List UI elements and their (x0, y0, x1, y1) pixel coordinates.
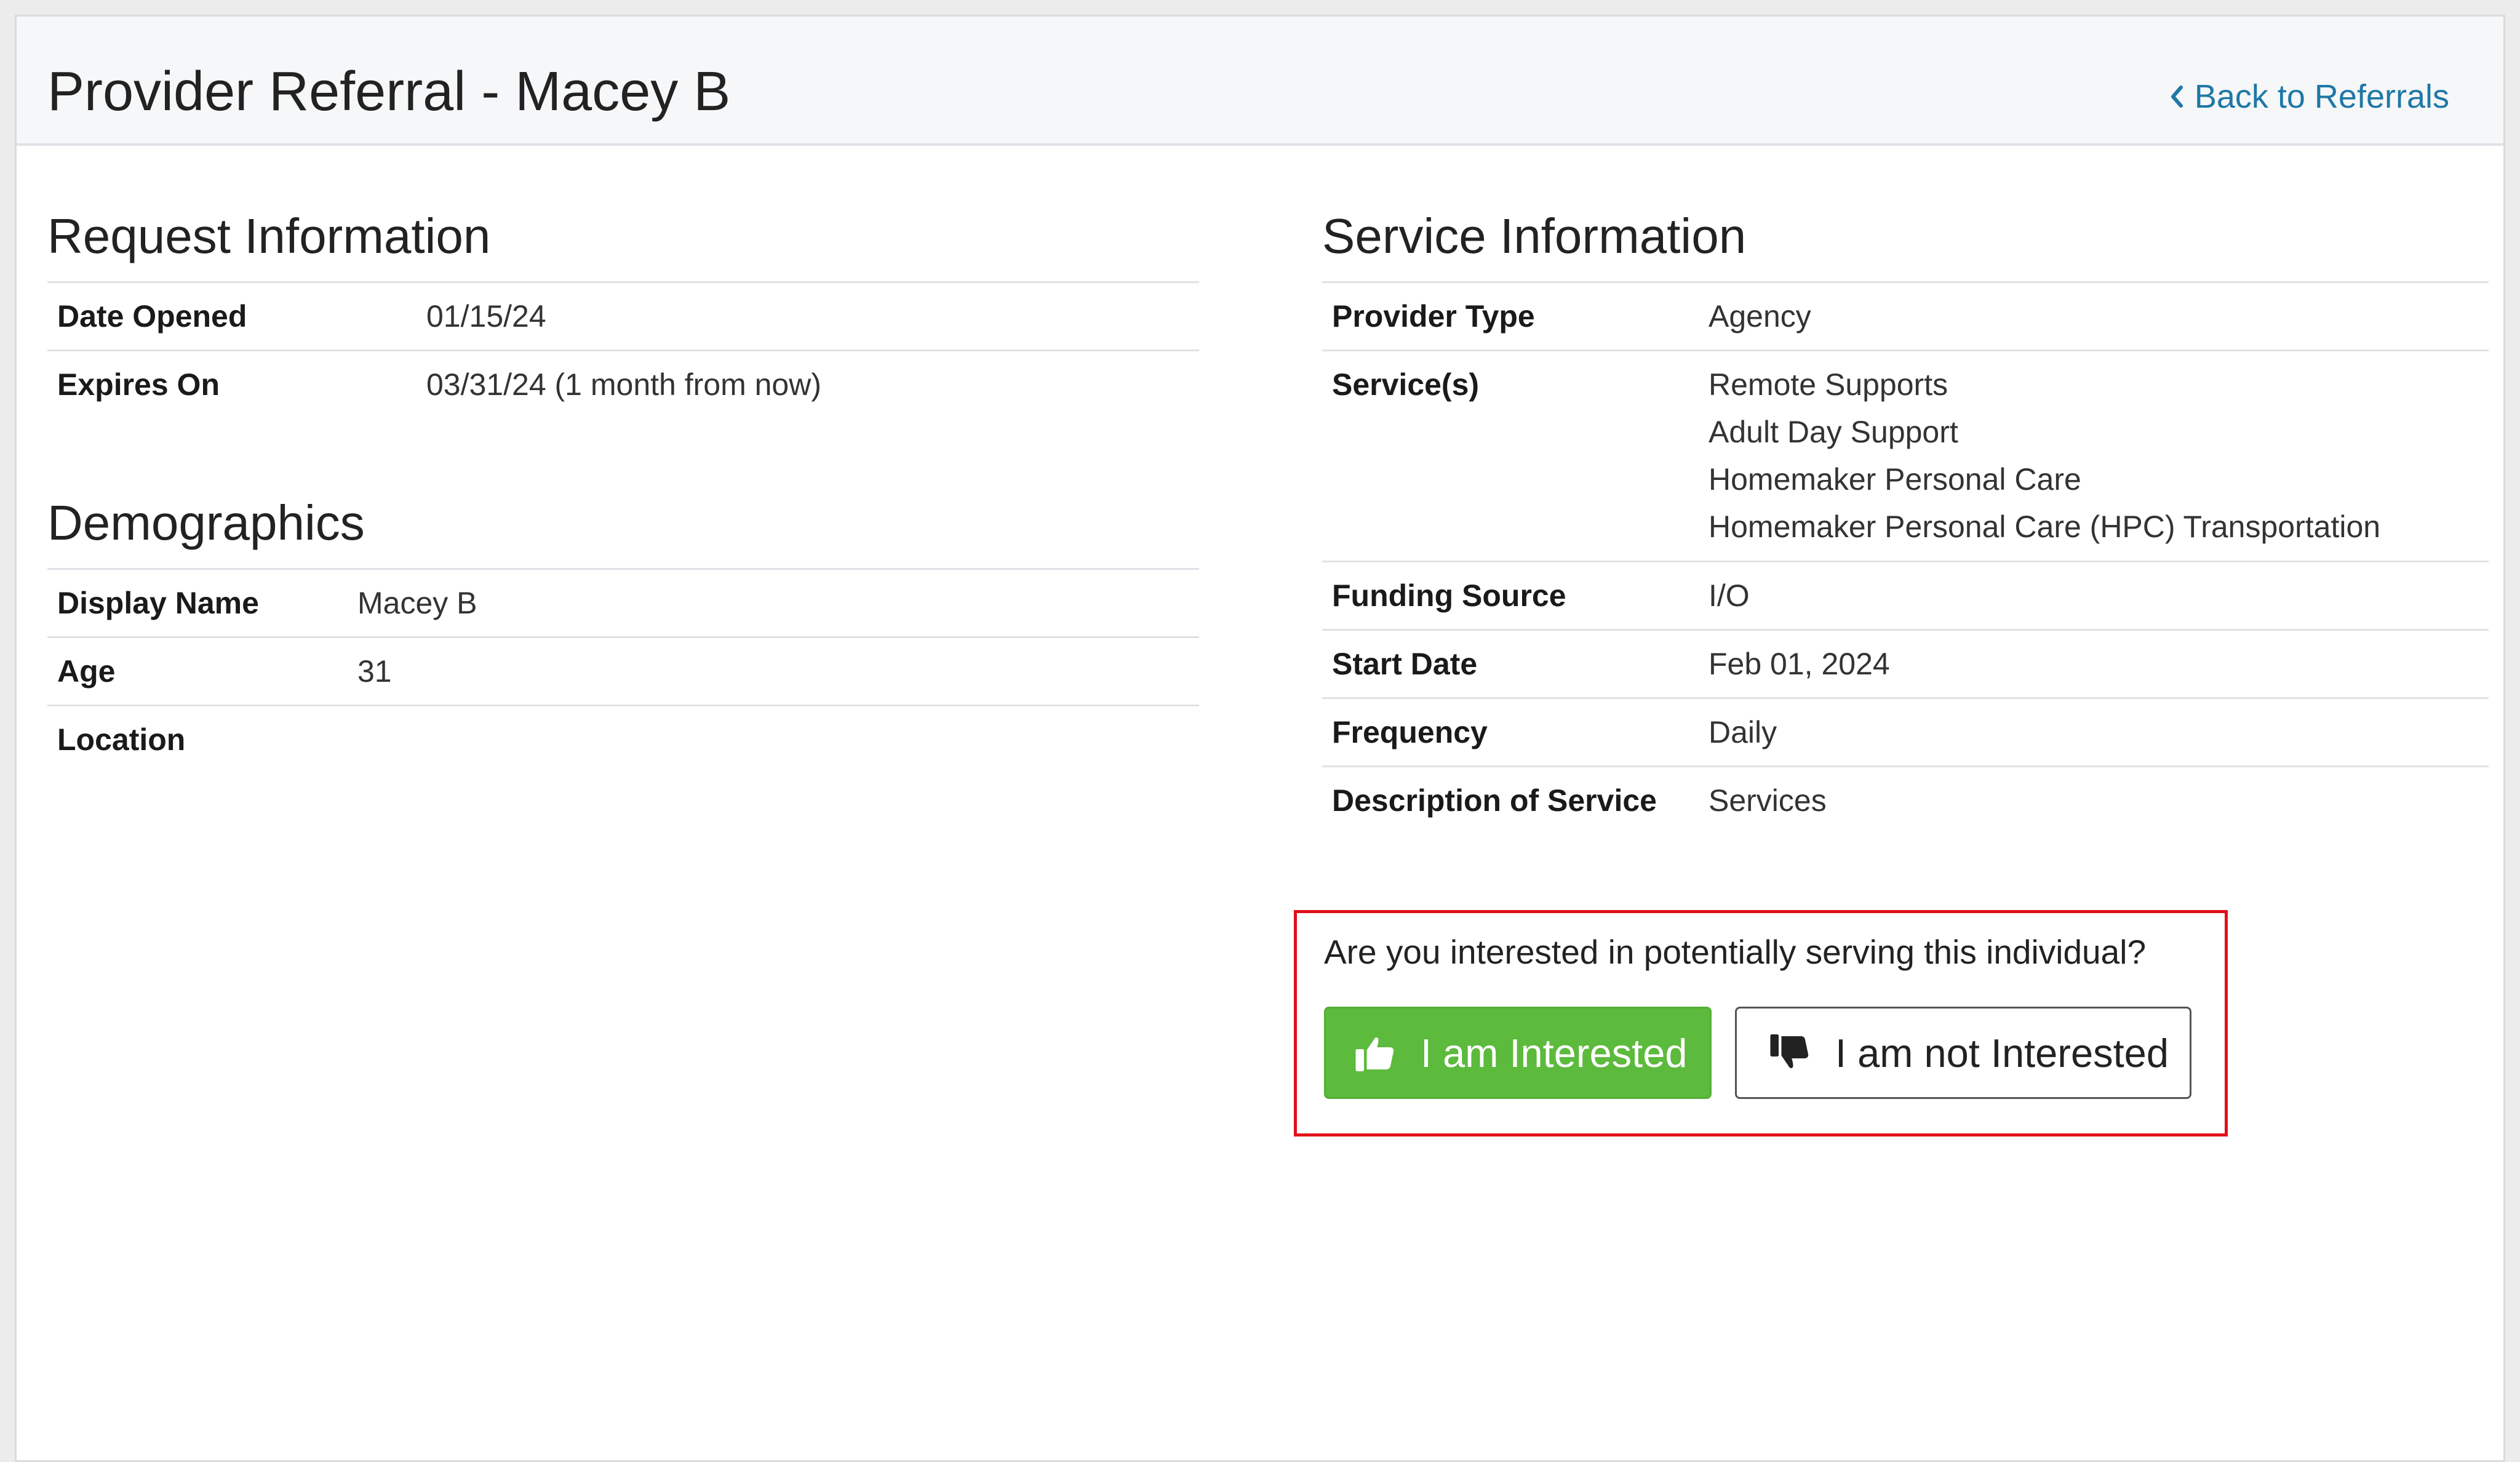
age-label: Age (47, 636, 357, 706)
service-item: Remote Supports (1709, 367, 1948, 402)
services-label: Service(s) (1322, 350, 1709, 562)
table-row: Funding Source I/O (1322, 561, 2489, 630)
page-header: Provider Referral - Macey B Back to Refe… (17, 17, 2503, 146)
request-information-heading: Request Information (47, 209, 491, 263)
table-row: Provider Type Agency (1322, 281, 2489, 351)
frequency-label: Frequency (1322, 697, 1709, 767)
table-row: Age 31 (47, 636, 1199, 706)
interested-button[interactable]: I am Interested (1324, 1007, 1712, 1099)
description-of-service-label: Description of Service (1322, 765, 1709, 834)
interest-callout: Are you interested in potentially servin… (1294, 910, 2228, 1136)
table-row: Start Date Feb 01, 2024 (1322, 629, 2489, 698)
service-item: Homemaker Personal Care (HPC) Transporta… (1709, 509, 2381, 544)
chevron-left-icon (2171, 86, 2183, 108)
thumbs-up-icon (1355, 1037, 1394, 1071)
description-of-service-value: Services (1709, 765, 2489, 834)
service-information-table: Provider Type Agency Service(s) Remote S… (1322, 281, 2489, 834)
table-row: Display Name Macey B (47, 568, 1199, 637)
funding-source-label: Funding Source (1322, 561, 1709, 630)
table-row: Service(s) Remote Supports Adult Day Sup… (1322, 350, 2489, 562)
table-row: Expires On 03/31/24 (1 month from now) (47, 350, 1199, 418)
age-value: 31 (357, 636, 1199, 706)
demographics-table: Display Name Macey B Age 31 Location (47, 568, 1199, 773)
location-value (357, 705, 1199, 773)
table-row: Location (47, 705, 1199, 773)
display-name-label: Display Name (47, 568, 357, 637)
location-label: Location (47, 705, 357, 773)
funding-source-value: I/O (1709, 561, 2489, 630)
back-to-referrals-link[interactable]: Back to Referrals (2170, 78, 2449, 115)
provider-type-value: Agency (1709, 281, 2489, 351)
table-row: Date Opened 01/15/24 (47, 281, 1199, 351)
table-row: Frequency Daily (1322, 697, 2489, 767)
frequency-value: Daily (1709, 697, 2489, 767)
start-date-value: Feb 01, 2024 (1709, 629, 2489, 698)
display-name-value: Macey B (357, 568, 1199, 637)
back-link-label: Back to Referrals (2194, 78, 2449, 115)
interested-button-label: I am Interested (1421, 1030, 1688, 1076)
not-interested-button[interactable]: I am not Interested (1735, 1007, 2191, 1099)
thumbs-down-icon (1770, 1034, 1809, 1068)
date-opened-value: 01/15/24 (426, 281, 1199, 351)
demographics-heading: Demographics (47, 495, 365, 550)
expires-on-label: Expires On (47, 350, 426, 418)
referral-panel: Provider Referral - Macey B Back to Refe… (15, 15, 2505, 1462)
service-item: Adult Day Support (1709, 415, 1958, 449)
interest-question: Are you interested in potentially servin… (1324, 933, 2147, 971)
service-information-heading: Service Information (1322, 209, 1747, 263)
provider-type-label: Provider Type (1322, 281, 1709, 351)
start-date-label: Start Date (1322, 629, 1709, 698)
table-row: Description of Service Services (1322, 765, 2489, 834)
service-item: Homemaker Personal Care (1709, 462, 2081, 497)
date-opened-label: Date Opened (47, 281, 426, 351)
expires-on-value: 03/31/24 (1 month from now) (426, 350, 1199, 418)
page-title: Provider Referral - Macey B (47, 61, 731, 122)
not-interested-button-label: I am not Interested (1835, 1030, 2169, 1076)
request-information-table: Date Opened 01/15/24 Expires On 03/31/24… (47, 281, 1199, 418)
services-value-list: Remote Supports Adult Day Support Homema… (1709, 350, 2489, 562)
